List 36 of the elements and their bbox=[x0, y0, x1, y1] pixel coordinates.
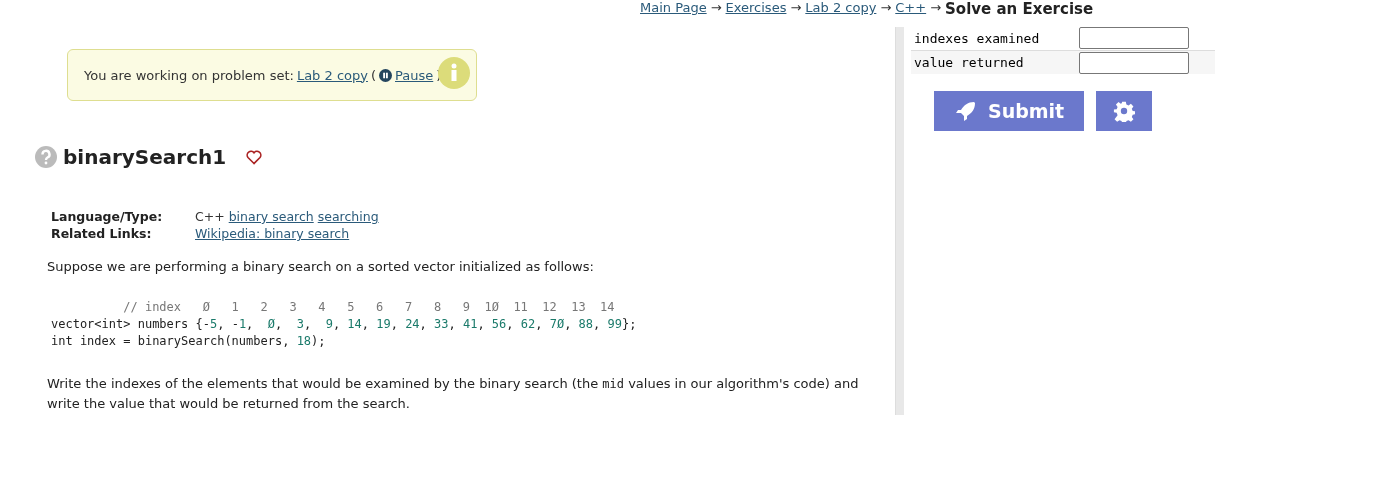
submit-button[interactable]: Submit bbox=[934, 91, 1085, 131]
topic-link[interactable]: Wikipedia: binary search bbox=[195, 226, 350, 241]
breadcrumb-link[interactable]: C++ bbox=[895, 0, 927, 18]
answer-field[interactable] bbox=[1079, 51, 1189, 74]
breadcrumb-separator: → bbox=[790, 0, 802, 17]
paren: ( bbox=[370, 67, 376, 83]
info-icon bbox=[438, 57, 470, 89]
language: C++ bbox=[195, 209, 225, 224]
pause-icon bbox=[379, 68, 392, 82]
rocket-icon bbox=[954, 99, 978, 123]
breadcrumb-separator: → bbox=[880, 0, 892, 17]
question-text: Write the indexes of the elements that would be examined by the binary search (the mid values in our algorithm's code) and write the value that would be returned from the search. bbox=[47, 375, 860, 413]
code-comment: // index Ø 1 2 3 4 5 6 7 8 9 1Ø 11 12 13 14 bbox=[122, 299, 616, 316]
meta-label: Related Links: bbox=[51, 226, 153, 241]
answer-field[interactable] bbox=[1079, 27, 1189, 49]
topic-link[interactable]: searching bbox=[317, 209, 379, 224]
answer-label: indexes examined bbox=[914, 30, 1041, 46]
heart-icon[interactable] bbox=[246, 149, 263, 165]
problem-title: binarySearch1 bbox=[63, 145, 227, 169]
breadcrumb-link[interactable]: Exercises bbox=[725, 0, 787, 18]
meta-label: Language/Type: bbox=[51, 209, 164, 224]
answer-label: value returned bbox=[914, 55, 1025, 70]
breadcrumb-separator: → bbox=[710, 0, 722, 17]
breadcrumb-separator: → bbox=[930, 0, 942, 17]
code-line: vector<int> numbers {-5, -1, Ø, 3, 9, 14, 19, 24, 33, 41, 56, 62, 7Ø, 88, 99}; bbox=[51, 316, 638, 333]
settings-icon bbox=[1113, 100, 1136, 122]
pause-link[interactable]: Pause bbox=[395, 67, 434, 83]
intro-text: Suppose we are performing a binary search on a sorted vector initialized as follows: bbox=[47, 258, 595, 276]
problem-set-link[interactable]: Lab 2 copy bbox=[296, 67, 368, 83]
settings-button[interactable] bbox=[1096, 91, 1153, 131]
breadcrumb-link[interactable]: Main Page bbox=[640, 0, 707, 18]
code-line: int index = binarySearch(numbers, 18); bbox=[51, 333, 327, 350]
breadcrumb-link[interactable]: Lab 2 copy bbox=[805, 0, 877, 18]
topic-link[interactable]: binary search bbox=[228, 209, 314, 224]
page-heading: Solve an Exercise bbox=[945, 0, 1094, 18]
notice-text: You are working on problem set: bbox=[84, 67, 294, 83]
